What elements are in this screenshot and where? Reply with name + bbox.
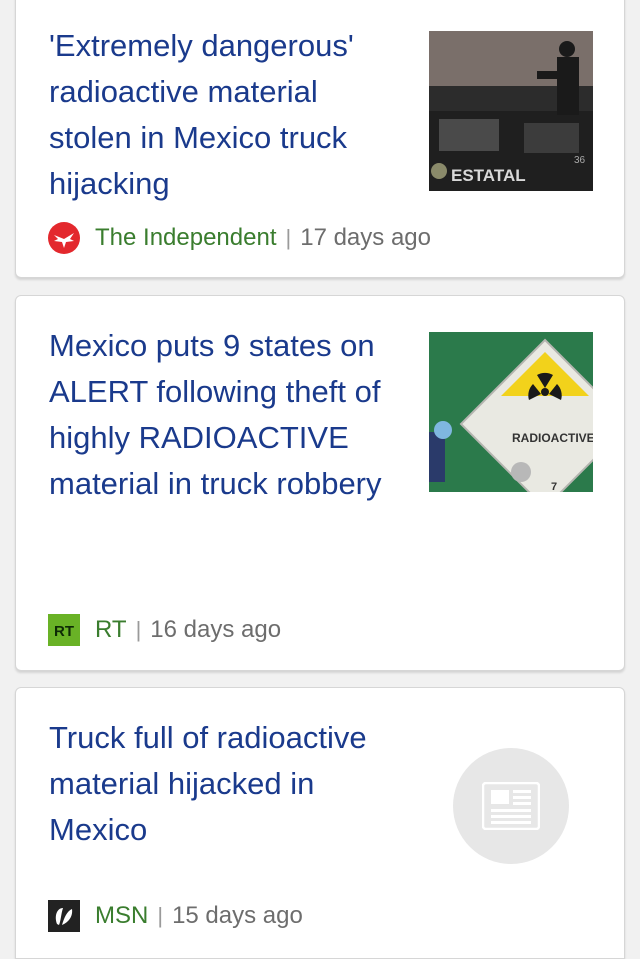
article-headline[interactable]: Mexico puts 9 states on ALERT following … bbox=[49, 323, 389, 507]
article-thumbnail-placeholder[interactable] bbox=[453, 748, 569, 864]
rt-logo-icon: RT bbox=[48, 614, 80, 646]
article-thumbnail[interactable]: ESTATAL 36 bbox=[429, 31, 593, 191]
newspaper-icon bbox=[482, 782, 540, 830]
thumbnail-number: 36 bbox=[574, 155, 586, 166]
meta-separator: | bbox=[135, 617, 142, 642]
article-age: 17 days ago bbox=[300, 224, 431, 251]
article-headline[interactable]: Truck full of radioactive material hijac… bbox=[49, 715, 389, 853]
news-card[interactable]: Truck full of radioactive material hijac… bbox=[15, 687, 625, 959]
article-age: 16 days ago bbox=[150, 616, 282, 643]
news-card[interactable]: Mexico puts 9 states on ALERT following … bbox=[15, 295, 625, 671]
news-feed: 'Extremely dangerous' radioactive materi… bbox=[0, 0, 640, 959]
article-meta: MSN | 15 days ago bbox=[48, 900, 303, 932]
source-name[interactable]: RT bbox=[95, 616, 127, 644]
msn-butterfly-icon bbox=[48, 900, 80, 932]
news-card[interactable]: 'Extremely dangerous' radioactive materi… bbox=[15, 0, 625, 278]
article-headline[interactable]: 'Extremely dangerous' radioactive materi… bbox=[49, 23, 409, 207]
article-meta: RT RT | 16 days ago bbox=[48, 614, 281, 646]
article-thumbnail[interactable]: RADIOACTIVE 7 bbox=[429, 332, 593, 492]
source-name[interactable]: MSN bbox=[95, 902, 148, 930]
independent-eagle-icon bbox=[48, 222, 80, 254]
thumbnail-number: 7 bbox=[551, 481, 557, 492]
thumbnail-label: ESTATAL bbox=[451, 166, 526, 185]
article-meta: The Independent | 17 days ago bbox=[48, 222, 431, 254]
meta-separator: | bbox=[157, 903, 164, 928]
rt-logo-text: RT bbox=[54, 623, 74, 640]
source-name[interactable]: The Independent bbox=[95, 224, 277, 252]
meta-separator: | bbox=[285, 225, 292, 250]
article-age: 15 days ago bbox=[172, 902, 303, 929]
thumbnail-label: RADIOACTIVE bbox=[512, 431, 593, 445]
